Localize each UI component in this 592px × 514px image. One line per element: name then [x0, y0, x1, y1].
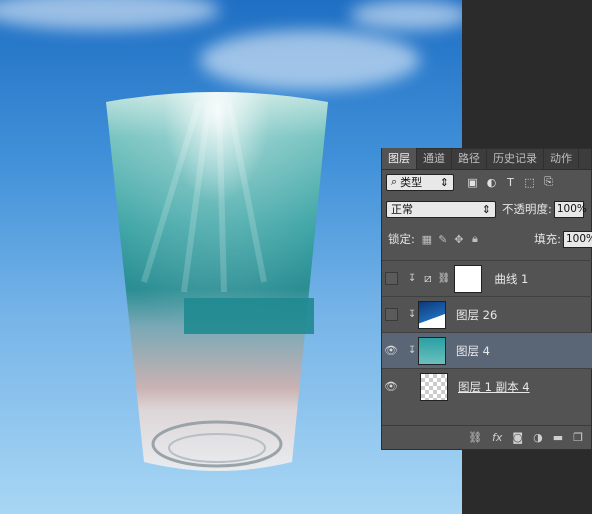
filter-row: ⌕ 类型 ⇕ ▣ ◐ T ⬚ ⎘ — [382, 171, 592, 193]
tab-channels[interactable]: 通道 — [417, 148, 452, 169]
blend-row: 正常 ⇕ 不透明度: 100% — [382, 198, 592, 220]
smart-object-filter-icon[interactable]: ⎘ — [542, 175, 555, 189]
new-layer-icon[interactable]: ❐ — [573, 431, 583, 444]
mask-icon[interactable]: ◙ — [512, 431, 523, 444]
chevron-updown-icon: ⇕ — [481, 202, 491, 216]
folder-icon[interactable]: ▬ — [553, 431, 563, 444]
layers-panel: 图层 通道 路径 历史记录 动作 ⌕ 类型 ⇕ ▣ ◐ T ⬚ ⎘ 正常 ⇕ 不… — [381, 148, 592, 450]
curves-adjustment-icon: ⧄ — [424, 271, 432, 285]
layer-thumbnail — [418, 336, 446, 365]
image-filter-icon[interactable]: ▣ — [466, 176, 479, 189]
panel-bottom-bar: ⛓ fx ◙ ◑ ▬ ❐ — [382, 425, 591, 449]
lock-label: 锁定: — [388, 232, 415, 246]
layer-visibility-toggle[interactable] — [382, 261, 400, 297]
fill-field[interactable]: 100% — [563, 230, 592, 248]
clip-arrow-icon: ↧ — [408, 345, 417, 356]
adjustment-icon[interactable]: ◑ — [533, 431, 543, 444]
layer-visibility-toggle[interactable] — [382, 297, 400, 333]
layer-row-curves-1[interactable]: ↧ ⧄ ⛓ 曲线 1 — [382, 260, 592, 296]
blend-mode-label: 正常 — [391, 203, 413, 216]
tab-layers[interactable]: 图层 — [382, 148, 417, 169]
cloud — [200, 30, 420, 90]
link-chain-icon: ⛓ — [437, 273, 451, 284]
layer-thumbnail — [420, 372, 448, 401]
layer-name[interactable]: 图层 1 副本 4 — [458, 379, 530, 395]
cloud — [350, 0, 462, 30]
clip-arrow-icon: ↧ — [408, 273, 417, 284]
fx-icon[interactable]: fx — [492, 431, 502, 444]
opacity-field[interactable]: 100% — [553, 200, 587, 218]
lock-transparent-icon[interactable]: ▦ — [421, 233, 433, 246]
layer-row-layer-26[interactable]: ↧ 图层 26 — [382, 296, 592, 332]
tab-history[interactable]: 历史记录 — [487, 148, 544, 169]
layer-name[interactable]: 曲线 1 — [494, 271, 528, 287]
shape-filter-icon[interactable]: ⬚ — [523, 176, 536, 189]
eye-icon[interactable]: 👁︎ — [382, 369, 400, 405]
tab-actions[interactable]: 动作 — [544, 148, 579, 169]
layer-name[interactable]: 图层 26 — [456, 307, 497, 323]
chevron-updown-icon: ⇕ — [439, 175, 449, 189]
link-icon[interactable]: ⛓ — [468, 431, 482, 444]
layer-thumbnail — [418, 300, 446, 329]
filter-kind-label: 类型 — [400, 176, 423, 189]
tab-paths[interactable]: 路径 — [452, 148, 487, 169]
layer-row-layer-4[interactable]: 👁︎ ↧ 图层 4 — [382, 332, 592, 368]
eye-icon[interactable]: 👁︎ — [382, 333, 400, 369]
layer-mask-thumbnail — [454, 264, 483, 293]
lock-position-icon[interactable]: ✥ — [453, 233, 465, 246]
layer-name[interactable]: 图层 4 — [456, 343, 490, 359]
lock-row: 锁定: ▦ ✎ ✥ 🔒︎ 填充: 100% — [382, 228, 592, 250]
lock-all-icon[interactable]: 🔒︎ — [469, 232, 481, 246]
adjustment-filter-icon[interactable]: ◐ — [485, 176, 498, 189]
cloud — [0, 0, 220, 30]
fill-label: 填充: — [534, 232, 561, 246]
clip-arrow-icon: ↧ — [408, 309, 417, 320]
blend-mode-select[interactable]: 正常 ⇕ — [386, 200, 496, 218]
lock-brush-icon[interactable]: ✎ — [437, 233, 449, 246]
underwater-glass-image — [106, 92, 328, 471]
layer-row-layer-1-copy-4[interactable]: 👁︎ 图层 1 副本 4 — [382, 368, 592, 404]
panel-tabs: 图层 通道 路径 历史记录 动作 — [382, 148, 591, 170]
opacity-label: 不透明度: — [502, 202, 552, 216]
type-filter-icon[interactable]: T — [504, 176, 517, 189]
search-icon: ⌕ — [391, 175, 398, 188]
filter-kind-select[interactable]: ⌕ 类型 ⇕ — [386, 173, 454, 191]
